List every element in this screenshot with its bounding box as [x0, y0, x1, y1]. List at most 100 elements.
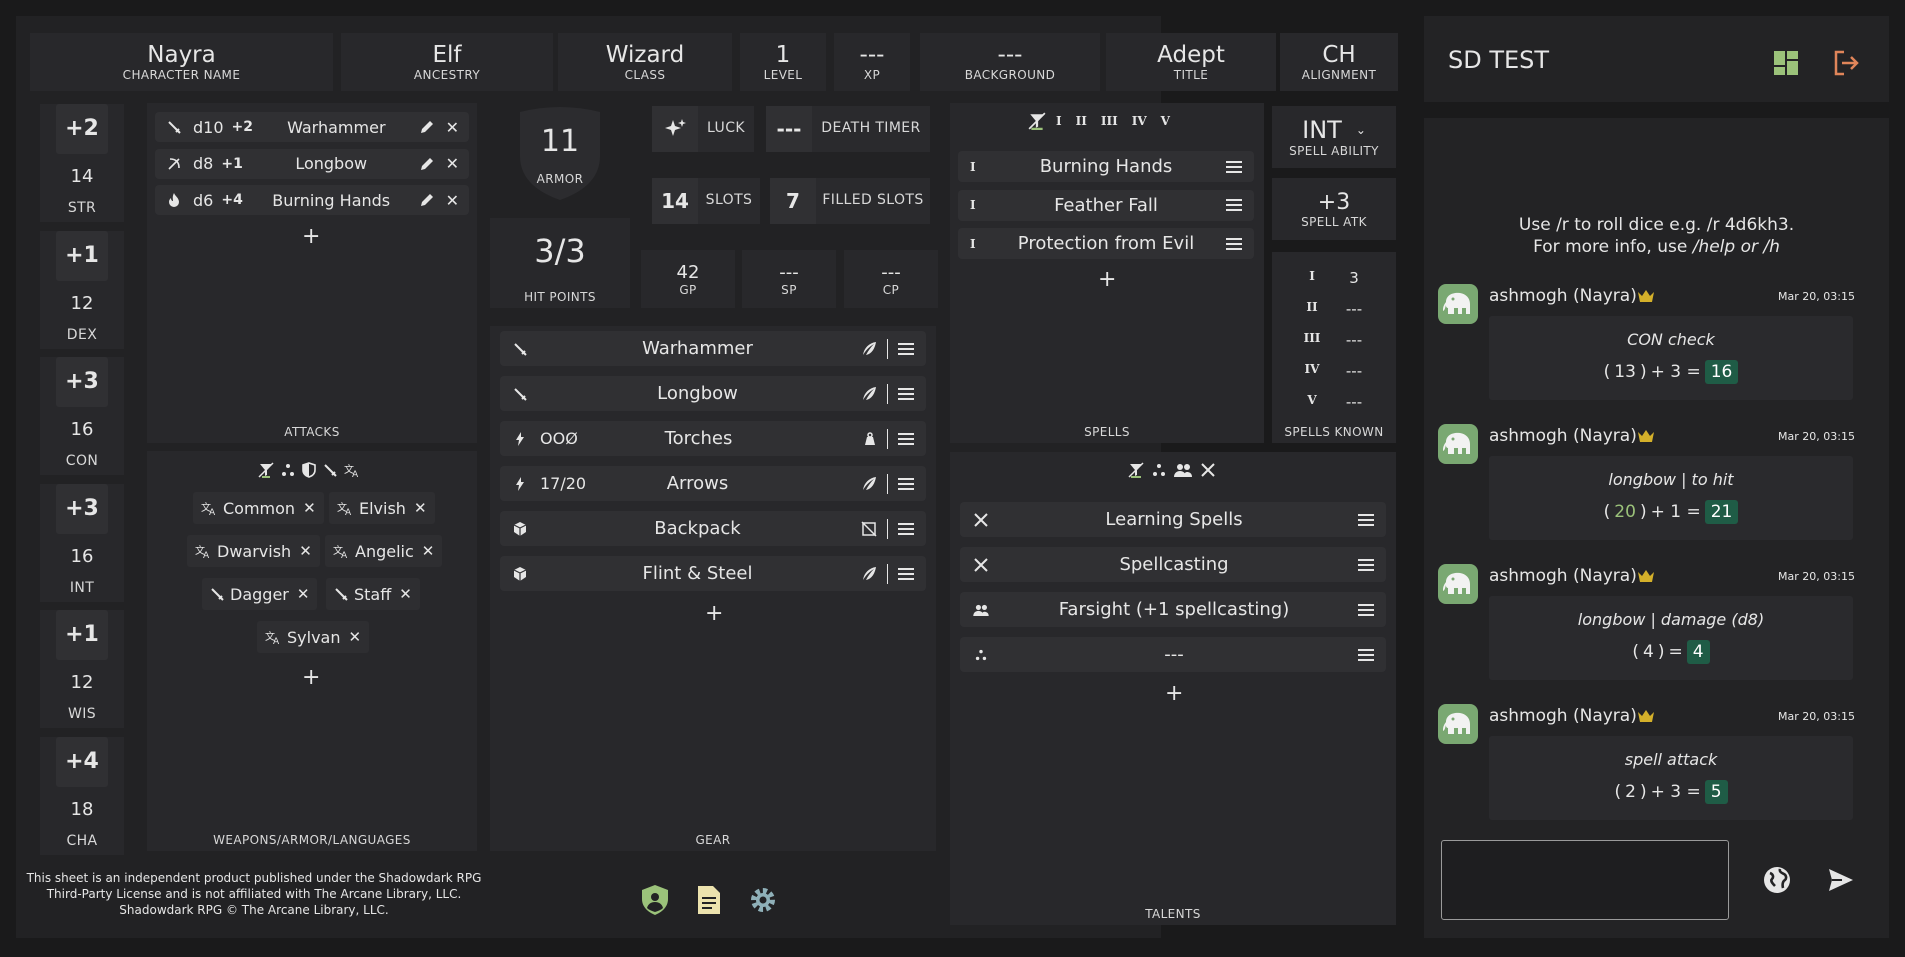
spell-ability-box[interactable]: INT ⌄ SPELL ABILITY: [1272, 106, 1396, 168]
close-icon[interactable]: ✕: [348, 628, 361, 646]
pencil-icon[interactable]: [420, 120, 434, 134]
filter-off-icon[interactable]: [258, 462, 274, 478]
dashboard-icon[interactable]: [1773, 50, 1799, 76]
known-count[interactable]: ---: [1336, 300, 1372, 318]
gear-row[interactable]: OOØ Torches: [500, 421, 926, 456]
known-count[interactable]: ---: [1336, 393, 1372, 411]
spell-row[interactable]: I Burning Hands: [958, 151, 1254, 182]
armor-value[interactable]: 11: [512, 124, 608, 159]
gear-row[interactable]: Warhammer: [500, 331, 926, 366]
dots-icon[interactable]: [281, 463, 295, 477]
stat-modifier[interactable]: +1: [56, 610, 108, 660]
header-field-title[interactable]: Adept TITLE: [1106, 33, 1276, 91]
weapon-chip[interactable]: 文 A Elvish ✕: [329, 492, 435, 524]
close-icon[interactable]: ✕: [414, 499, 427, 517]
close-icon[interactable]: ✕: [399, 585, 412, 603]
pencil-icon[interactable]: [420, 157, 434, 171]
stat-modifier[interactable]: +4: [56, 736, 108, 787]
menu-icon[interactable]: [1226, 237, 1242, 250]
stat-score[interactable]: 12: [40, 293, 124, 314]
no-slot-icon[interactable]: [861, 520, 877, 537]
gear-icon[interactable]: [748, 885, 778, 915]
menu-icon[interactable]: [898, 477, 914, 490]
close-icon[interactable]: ✕: [446, 154, 459, 173]
close-icon[interactable]: ✕: [303, 499, 316, 517]
stat-score[interactable]: 12: [40, 672, 124, 693]
document-icon[interactable]: [696, 885, 722, 915]
hit-points-value[interactable]: 3/3: [490, 232, 630, 270]
weapon-chip[interactable]: 文 A Common ✕: [193, 492, 324, 524]
luck-toggle[interactable]: [652, 106, 698, 152]
header-field-character-name[interactable]: Nayra CHARACTER NAME: [30, 33, 333, 91]
feather-icon[interactable]: [861, 566, 877, 582]
coin-sp[interactable]: --- SP: [742, 250, 836, 308]
menu-icon[interactable]: [1226, 160, 1242, 173]
close-icon[interactable]: ✕: [422, 542, 435, 560]
stat-modifier[interactable]: +2: [56, 104, 108, 154]
gear-row[interactable]: Flint & Steel: [500, 556, 926, 591]
weapon-chip[interactable]: 文 A Sylvan ✕: [257, 621, 370, 653]
spell-tier-filter-v[interactable]: V: [1161, 114, 1170, 128]
close-icon[interactable]: ✕: [446, 191, 459, 210]
slots-value[interactable]: 14: [652, 178, 698, 224]
spell-ability-select[interactable]: INT ⌄: [1302, 116, 1366, 144]
menu-icon[interactable]: [1358, 603, 1374, 616]
menu-icon[interactable]: [898, 432, 914, 445]
coin-gp[interactable]: 42 GP: [641, 250, 735, 308]
menu-icon[interactable]: [1358, 648, 1374, 661]
stat-modifier[interactable]: +3: [56, 483, 108, 534]
feather-icon[interactable]: [861, 386, 877, 402]
menu-icon[interactable]: [898, 387, 914, 400]
header-field-alignment[interactable]: CH ALIGNMENT: [1280, 33, 1398, 91]
weight-icon[interactable]: [863, 431, 877, 446]
filter-off-icon[interactable]: [1128, 462, 1144, 478]
known-count[interactable]: ---: [1336, 362, 1372, 380]
talent-row[interactable]: Learning Spells: [960, 502, 1386, 537]
talent-row[interactable]: Spellcasting: [960, 547, 1386, 582]
feather-icon[interactable]: [861, 341, 877, 357]
menu-icon[interactable]: [898, 522, 914, 535]
globe-icon[interactable]: [1762, 865, 1792, 895]
stat-score[interactable]: 16: [40, 546, 124, 567]
chat-input[interactable]: [1441, 840, 1729, 920]
stat-modifier[interactable]: +3: [56, 357, 108, 407]
spell-tier-filter-i[interactable]: I: [1056, 114, 1062, 128]
logout-icon[interactable]: [1832, 49, 1860, 77]
gear-row[interactable]: Longbow: [500, 376, 926, 411]
weapon-chip[interactable]: 文 A Angelic ✕: [325, 535, 443, 567]
weapon-chip[interactable]: 文 A Dwarvish ✕: [187, 535, 320, 567]
add-weapon-button[interactable]: +: [302, 667, 320, 689]
coin-cp[interactable]: --- CP: [844, 250, 938, 308]
known-count[interactable]: ---: [1336, 331, 1372, 349]
weapon-chip[interactable]: Dagger ✕: [202, 578, 318, 610]
spell-row[interactable]: I Protection from Evil: [958, 228, 1254, 259]
spell-row[interactable]: I Feather Fall: [958, 189, 1254, 221]
users-icon[interactable]: [1174, 463, 1192, 477]
menu-icon[interactable]: [898, 567, 914, 580]
gear-row[interactable]: Backpack: [500, 511, 926, 546]
close-icon[interactable]: ✕: [446, 118, 459, 137]
add-spell-button[interactable]: +: [1098, 269, 1116, 291]
header-field-background[interactable]: --- BACKGROUND: [920, 33, 1100, 91]
spell-tier-filter-ii[interactable]: II: [1076, 114, 1087, 128]
add-gear-button[interactable]: +: [705, 603, 723, 625]
close-icon[interactable]: ✕: [297, 585, 310, 603]
stat-score[interactable]: 18: [40, 799, 124, 820]
translate-icon[interactable]: 文A: [344, 462, 360, 478]
attack-row[interactable]: d8 +1 Longbow ✕: [155, 148, 469, 179]
death-timer-value[interactable]: ---: [766, 106, 812, 152]
stat-modifier[interactable]: +1: [56, 230, 108, 281]
filter-off-icon[interactable]: [1028, 112, 1046, 130]
swords-icon[interactable]: [1200, 462, 1216, 478]
menu-icon[interactable]: [1358, 558, 1374, 571]
talent-row[interactable]: Farsight (+1 spellcasting): [960, 592, 1386, 627]
attack-row[interactable]: d6 +4 Burning Hands ✕: [155, 185, 469, 215]
send-icon[interactable]: [1828, 868, 1854, 892]
sword-icon[interactable]: [323, 463, 337, 477]
gear-row[interactable]: 17/20 Arrows: [500, 466, 926, 501]
spell-tier-filter-iv[interactable]: IV: [1132, 114, 1147, 128]
attack-row[interactable]: d10 +2 Warhammer ✕: [155, 112, 469, 142]
add-talent-button[interactable]: +: [1165, 683, 1183, 705]
stat-score[interactable]: 14: [40, 166, 124, 187]
menu-icon[interactable]: [898, 342, 914, 355]
